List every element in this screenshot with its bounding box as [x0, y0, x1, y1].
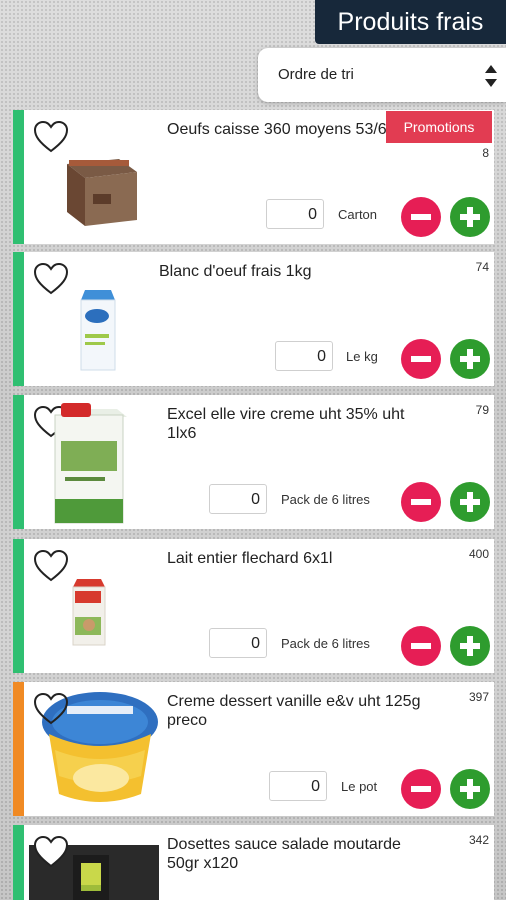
- product-code: 74: [475, 260, 489, 274]
- unit-label: Carton: [338, 207, 378, 222]
- promotions-badge: Promotions: [386, 111, 492, 143]
- unit-label: Pack de 6 litres: [281, 492, 370, 507]
- product-card[interactable]: Creme dessert vanille e&v uht 125g preco…: [13, 682, 494, 816]
- favorite-heart-icon[interactable]: [33, 692, 69, 726]
- product-card[interactable]: Lait entier flechard 6x1l 400 0 Pack de …: [13, 539, 494, 673]
- accent-bar: [13, 825, 24, 900]
- product-code: 8: [482, 146, 489, 160]
- decrease-button[interactable]: [401, 482, 441, 522]
- cream-carton-image: [54, 403, 127, 524]
- accent-bar: [13, 252, 24, 386]
- decrease-button[interactable]: [401, 339, 441, 379]
- plus-icon: [460, 636, 480, 656]
- plus-icon: [460, 779, 480, 799]
- quantity-input[interactable]: 0: [266, 199, 324, 229]
- minus-icon: [411, 643, 431, 649]
- product-card[interactable]: Dosettes sauce salade moutarde 50gr x120…: [13, 825, 494, 900]
- quantity-input[interactable]: 0: [275, 341, 333, 371]
- sort-arrows-icon: [485, 65, 497, 87]
- favorite-heart-icon[interactable]: [33, 549, 69, 583]
- increase-button[interactable]: [450, 197, 490, 237]
- increase-button[interactable]: [450, 626, 490, 666]
- increase-button[interactable]: [450, 339, 490, 379]
- decrease-button[interactable]: [401, 197, 441, 237]
- accent-bar: [13, 110, 24, 244]
- quantity-input[interactable]: 0: [269, 771, 327, 801]
- product-code: 400: [468, 547, 489, 561]
- product-code: 79: [475, 403, 489, 417]
- decrease-button[interactable]: [401, 626, 441, 666]
- favorite-heart-icon[interactable]: [33, 835, 69, 869]
- plus-icon: [460, 349, 480, 369]
- quantity-input[interactable]: 0: [209, 628, 267, 658]
- minus-icon: [411, 356, 431, 362]
- product-name: Lait entier flechard 6x1l: [167, 550, 333, 567]
- egg-crate-image: [67, 159, 137, 226]
- decrease-button[interactable]: [401, 769, 441, 809]
- product-card[interactable]: Oeufs caisse 360 moyens 53/63 Promotions…: [13, 110, 494, 244]
- unit-label: Pack de 6 litres: [281, 636, 370, 651]
- product-card[interactable]: Excel elle vire creme uht 35% uht 1lx6 7…: [13, 395, 494, 529]
- plus-icon: [460, 492, 480, 512]
- product-name: Blanc d'oeuf frais 1kg: [159, 263, 312, 280]
- minus-icon: [411, 214, 431, 220]
- egg-white-carton-image: [80, 290, 116, 371]
- product-name: Excel elle vire creme uht 35% uht 1lx6: [167, 406, 405, 442]
- plus-icon: [460, 207, 480, 227]
- product-name: Creme dessert vanille e&v uht 125g preco: [167, 693, 421, 729]
- minus-icon: [411, 499, 431, 505]
- increase-button[interactable]: [450, 769, 490, 809]
- page-title: Produits frais: [315, 0, 506, 44]
- unit-label: Le pot: [341, 779, 378, 794]
- sort-label: Ordre de tri: [278, 66, 354, 83]
- product-code: 342: [468, 833, 489, 847]
- sort-dropdown[interactable]: Ordre de tri: [258, 48, 506, 102]
- product-code: 397: [468, 690, 489, 704]
- product-name: Dosettes sauce salade moutarde 50gr x120: [167, 836, 401, 872]
- unit-label: Le kg: [346, 349, 378, 364]
- accent-bar: [13, 539, 24, 673]
- minus-icon: [411, 786, 431, 792]
- increase-button[interactable]: [450, 482, 490, 522]
- quantity-input[interactable]: 0: [209, 484, 267, 514]
- accent-bar: [13, 682, 24, 816]
- milk-carton-image: [72, 579, 106, 646]
- accent-bar: [13, 395, 24, 529]
- product-card[interactable]: Blanc d'oeuf frais 1kg 74 0 Le kg: [13, 252, 494, 386]
